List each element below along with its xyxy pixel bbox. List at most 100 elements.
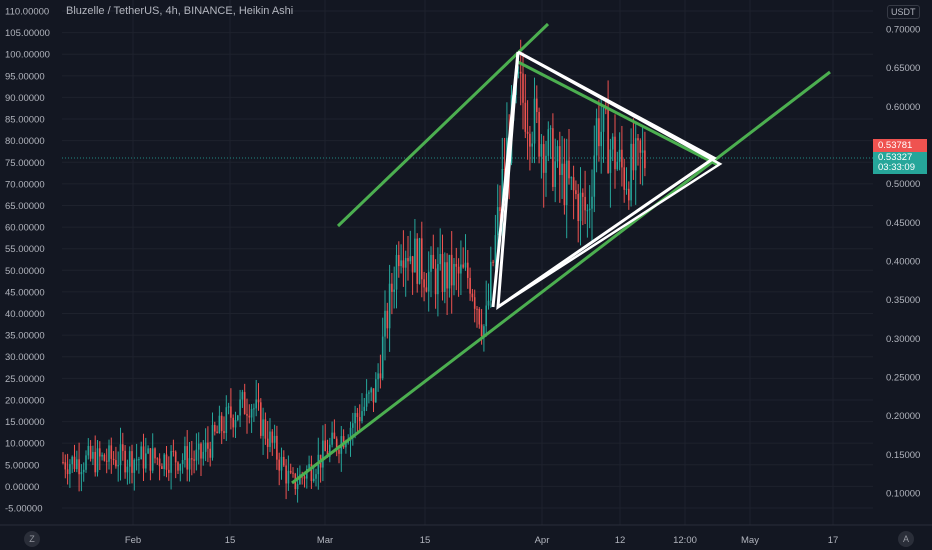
right-axis-tick: 0.70000 — [886, 25, 920, 36]
candle-body — [496, 207, 499, 236]
candle-body — [131, 451, 133, 473]
candle-body — [278, 459, 280, 471]
candle-body — [559, 146, 561, 175]
candle-body — [563, 163, 566, 206]
price-tag-current: 0.53327 03:33:09 — [873, 152, 927, 174]
timezone-button[interactable]: Z — [24, 531, 40, 547]
candle-body — [186, 446, 188, 470]
candle-body — [609, 149, 612, 173]
candle-body — [388, 283, 391, 329]
currency-unit-badge[interactable]: USDT — [887, 5, 920, 19]
candle-body — [421, 238, 423, 280]
time-axis: Feb 15 Mar 15 Apr 12 12:00 May 17 — [0, 524, 932, 550]
candle-body — [262, 419, 264, 436]
candle-body — [255, 399, 257, 409]
candle-body — [568, 160, 570, 179]
candle-body — [271, 431, 274, 443]
candle-body — [237, 415, 239, 421]
candle-body — [193, 459, 195, 461]
candle-body — [112, 458, 115, 461]
candle-body — [179, 464, 182, 471]
candle-body — [184, 446, 186, 461]
right-axis-bg — [873, 0, 932, 550]
candle-body — [540, 144, 543, 157]
candle-body — [324, 440, 326, 452]
left-axis-tick: 30.00000 — [5, 352, 45, 363]
candle-body — [579, 192, 582, 222]
candle-body — [621, 149, 623, 168]
candle-body — [257, 399, 260, 403]
candle-body — [427, 271, 430, 292]
candle-body — [416, 238, 418, 284]
candle-body — [177, 462, 179, 471]
candle-body — [241, 392, 244, 400]
right-axis-tick: 0.10000 — [886, 489, 920, 500]
candle-body — [409, 256, 412, 262]
candle-body — [524, 102, 527, 132]
candle-body — [478, 308, 481, 325]
candle-body — [142, 446, 145, 469]
candle-body — [354, 413, 356, 424]
price-chart[interactable]: 110.00000 105.00000 100.00000 95.00000 90.00… — [0, 0, 932, 550]
candle-body — [105, 460, 108, 462]
candle-body — [639, 140, 642, 153]
candle-body — [368, 392, 370, 394]
right-price-axis: 0.700000.650000.600000.550000.500000.450… — [873, 0, 932, 550]
candle-body — [181, 460, 184, 465]
candle-body — [460, 264, 462, 274]
right-axis-tick: 0.35000 — [886, 295, 920, 306]
right-axis-tick: 0.60000 — [886, 102, 920, 113]
candle-body — [430, 254, 432, 272]
candle-body — [542, 144, 545, 173]
candle-body — [480, 324, 483, 337]
candle-body — [133, 459, 136, 473]
candle-body — [64, 462, 67, 470]
candle-body — [312, 478, 315, 481]
candles — [62, 39, 646, 503]
candle-body — [62, 462, 64, 464]
candle-body — [425, 287, 428, 292]
candle-body — [239, 399, 241, 416]
candle-body — [315, 474, 317, 479]
candle-body — [533, 98, 536, 144]
candle-body — [453, 263, 455, 286]
left-axis-tick: 50.00000 — [5, 266, 45, 277]
right-axis-tick: 0.40000 — [886, 257, 920, 268]
candle-body — [197, 443, 200, 450]
candle-body — [446, 262, 448, 289]
candle-body — [372, 388, 375, 403]
candle-body — [296, 484, 299, 490]
left-axis-tick: 85.00000 — [5, 115, 45, 126]
candle-body — [611, 136, 614, 150]
candle-body — [128, 451, 131, 467]
auto-scale-button[interactable]: A — [898, 531, 914, 547]
left-axis-tick: 65.00000 — [5, 201, 45, 212]
candle-body — [377, 373, 379, 380]
candle-body — [96, 448, 99, 473]
candle-body — [471, 293, 474, 298]
candle-body — [103, 454, 106, 461]
candle-body — [250, 408, 253, 418]
candle-body — [616, 161, 619, 170]
candle-body — [598, 118, 600, 147]
candle-body — [618, 149, 621, 162]
candle-body — [365, 393, 368, 407]
candle-body — [243, 392, 246, 415]
right-axis-tick: 0.25000 — [886, 373, 920, 384]
candle-body — [154, 448, 156, 459]
candle-body — [358, 416, 361, 422]
candle-body — [200, 443, 202, 459]
candle-body — [536, 98, 538, 113]
left-axis-tick: 20.00000 — [5, 395, 45, 406]
candle-body — [457, 266, 460, 274]
candle-body — [266, 438, 269, 447]
candle-body — [361, 411, 363, 422]
candle-body — [232, 417, 234, 428]
candle-body — [89, 445, 92, 459]
candle-body — [531, 143, 533, 147]
candle-body — [418, 238, 421, 284]
candle-body — [529, 133, 531, 147]
candle-body — [140, 446, 142, 460]
left-axis-tick: 35.00000 — [5, 331, 45, 342]
candle-body — [547, 129, 550, 156]
